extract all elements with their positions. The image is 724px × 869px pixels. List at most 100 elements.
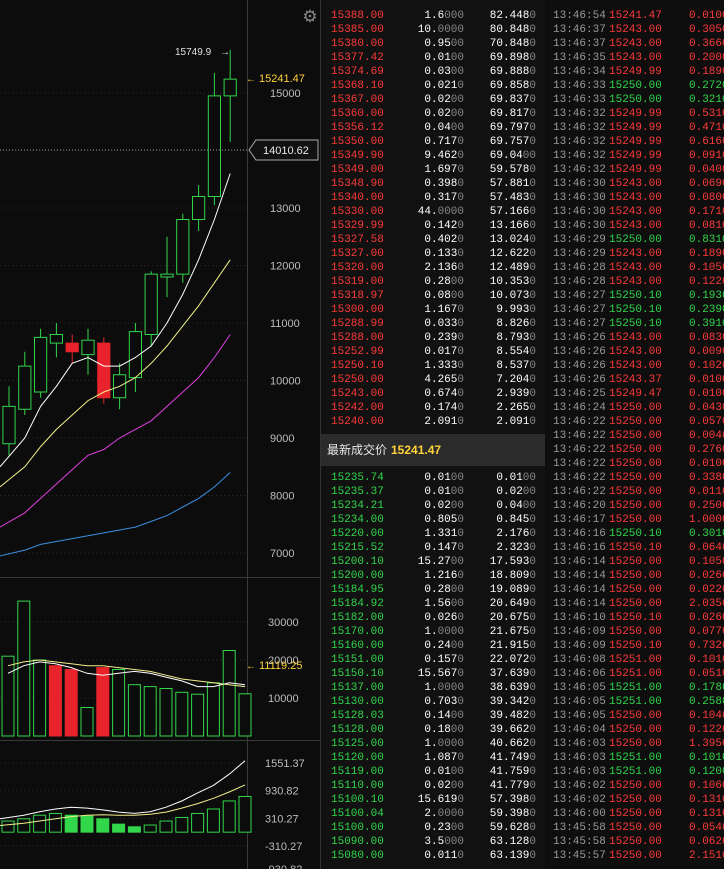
trade-row: 13:46:0315250.00 1.3950 bbox=[545, 737, 724, 751]
bid-amount: 0.2400 bbox=[424, 640, 464, 652]
volume-bar-up bbox=[159, 688, 173, 737]
bid-amount: 0.1570 bbox=[424, 654, 464, 666]
bid-row[interactable]: 15184.95 0.2800 19.0890 bbox=[321, 583, 545, 597]
trade-amount: 0.8310 bbox=[689, 234, 724, 246]
bid-row[interactable]: 15235.74 0.0100 0.0100 bbox=[321, 471, 545, 485]
bid-row[interactable]: 15090.00 3.5000 63.1280 bbox=[321, 835, 545, 849]
bid-row[interactable]: 15110.00 0.0200 41.7790 bbox=[321, 779, 545, 793]
trade-amount: 0.0910 bbox=[689, 150, 724, 162]
trade-price: 15249.99 bbox=[609, 108, 662, 120]
bid-price: 15182.00 bbox=[331, 612, 384, 624]
ask-row[interactable]: 15242.00 0.1740 2.2650 bbox=[321, 401, 545, 415]
ask-row[interactable]: 15329.99 0.1420 13.1660 bbox=[321, 219, 545, 233]
trade-row: 13:46:2215250.00 0.2760 bbox=[545, 443, 724, 457]
bid-row[interactable]: 15150.10 15.5670 37.6390 bbox=[321, 667, 545, 681]
ask-row[interactable]: 15385.00 10.0000 80.8480 bbox=[321, 23, 545, 37]
ask-row[interactable]: 15377.42 0.0100 69.8980 bbox=[321, 51, 545, 65]
trade-time: 13:45:58 bbox=[553, 822, 606, 834]
bid-row[interactable]: 15182.00 0.0260 20.6750 bbox=[321, 611, 545, 625]
bid-row[interactable]: 15215.52 0.1470 2.3230 bbox=[321, 541, 545, 555]
bid-row[interactable]: 15170.00 1.0000 21.6750 bbox=[321, 625, 545, 639]
ask-total: 13.1660 bbox=[489, 220, 536, 232]
bid-total: 57.3980 bbox=[489, 794, 536, 806]
ask-row[interactable]: 15350.00 0.7170 69.7570 bbox=[321, 135, 545, 149]
bid-row[interactable]: 15100.00 0.2300 59.6280 bbox=[321, 821, 545, 835]
bid-row[interactable]: 15119.00 0.0100 41.7590 bbox=[321, 765, 545, 779]
bid-row[interactable]: 15100.10 15.6190 57.3980 bbox=[321, 793, 545, 807]
ask-amount: 9.4620 bbox=[424, 150, 464, 162]
trade-amount: 0.0040 bbox=[689, 430, 724, 442]
trade-amount: 0.0690 bbox=[689, 178, 724, 190]
last-price-label: 15241.47 bbox=[259, 73, 305, 85]
ask-row[interactable]: 15300.00 1.1670 9.9930 bbox=[321, 303, 545, 317]
ask-row[interactable]: 15349.00 1.6970 59.5780 bbox=[321, 163, 545, 177]
ask-row[interactable]: 15349.90 9.4620 69.0400 bbox=[321, 149, 545, 163]
ask-row[interactable]: 15348.90 0.3980 57.8810 bbox=[321, 177, 545, 191]
bid-row[interactable]: 15184.92 1.5600 20.6490 bbox=[321, 597, 545, 611]
volume-bar-down bbox=[64, 669, 78, 737]
ask-row[interactable]: 15288.00 0.2390 8.7930 bbox=[321, 331, 545, 345]
ask-row[interactable]: 15252.99 0.0170 8.5540 bbox=[321, 345, 545, 359]
trade-price: 15250.00 bbox=[609, 444, 662, 456]
candle-up bbox=[176, 219, 190, 275]
trade-time: 13:46:26 bbox=[553, 360, 606, 372]
bid-row[interactable]: 15200.10 15.2700 17.5930 bbox=[321, 555, 545, 569]
bid-row[interactable]: 15137.00 1.0000 38.6390 bbox=[321, 681, 545, 695]
gear-icon[interactable]: ⚙ bbox=[301, 8, 319, 26]
ask-row[interactable]: 15367.00 0.0200 69.8370 bbox=[321, 93, 545, 107]
ask-row[interactable]: 15327.58 0.4020 13.0240 bbox=[321, 233, 545, 247]
bid-total: 20.6750 bbox=[489, 612, 536, 624]
trade-time: 13:46:37 bbox=[553, 38, 606, 50]
ask-row[interactable]: 15388.00 1.6000 82.4480 bbox=[321, 9, 545, 23]
ask-row[interactable]: 15380.00 0.9500 70.8480 bbox=[321, 37, 545, 51]
price-tick-label: 11000 bbox=[270, 318, 300, 330]
ask-total: 8.7930 bbox=[496, 332, 536, 344]
trade-row: 13:46:2915250.00 0.8310 bbox=[545, 233, 724, 247]
bid-row[interactable]: 15234.21 0.0200 0.0400 bbox=[321, 499, 545, 513]
trade-row: 13:46:3415249.99 0.1890 bbox=[545, 65, 724, 79]
volume-bar-down bbox=[96, 667, 110, 737]
ask-row[interactable]: 15374.69 0.0300 69.8880 bbox=[321, 65, 545, 79]
bid-price: 15130.00 bbox=[331, 696, 384, 708]
ask-row[interactable]: 15250.10 1.3330 8.5370 bbox=[321, 359, 545, 373]
bid-total: 63.1390 bbox=[489, 850, 536, 862]
trade-amount: 1.3950 bbox=[689, 738, 724, 750]
trade-amount: 0.7320 bbox=[689, 640, 724, 652]
ask-row[interactable]: 15288.99 0.0330 8.8260 bbox=[321, 317, 545, 331]
ask-row[interactable]: 15250.00 4.2650 7.2040 bbox=[321, 373, 545, 387]
trade-time: 13:46:30 bbox=[553, 206, 606, 218]
ask-price: 15243.00 bbox=[331, 388, 384, 400]
bid-row[interactable]: 15220.00 1.3310 2.1760 bbox=[321, 527, 545, 541]
ask-total: 57.4830 bbox=[489, 192, 536, 204]
ask-total: 2.0910 bbox=[496, 416, 536, 428]
ask-row[interactable]: 15330.00 44.0000 57.1660 bbox=[321, 205, 545, 219]
ask-row[interactable]: 15368.10 0.0210 69.8580 bbox=[321, 79, 545, 93]
bid-row[interactable]: 15100.04 2.0000 59.3980 bbox=[321, 807, 545, 821]
bid-row[interactable]: 15200.00 1.2160 18.8090 bbox=[321, 569, 545, 583]
trade-amount: 0.2390 bbox=[689, 304, 724, 316]
bid-row[interactable]: 15120.00 1.0870 41.7490 bbox=[321, 751, 545, 765]
bid-row[interactable]: 15160.00 0.2400 21.9150 bbox=[321, 639, 545, 653]
ask-row[interactable]: 15327.00 0.1330 12.6220 bbox=[321, 247, 545, 261]
trade-time: 13:46:35 bbox=[553, 52, 606, 64]
bid-row[interactable]: 15125.00 1.0000 40.6620 bbox=[321, 737, 545, 751]
ask-row[interactable]: 15240.00 2.0910 2.0910 bbox=[321, 415, 545, 429]
bid-row[interactable]: 15130.00 0.7030 39.3420 bbox=[321, 695, 545, 709]
ask-row[interactable]: 15340.00 0.3170 57.4830 bbox=[321, 191, 545, 205]
ask-row[interactable]: 15318.97 0.0800 10.0730 bbox=[321, 289, 545, 303]
volume-bar-up bbox=[238, 693, 252, 737]
ask-row[interactable]: 15319.00 0.2800 10.3530 bbox=[321, 275, 545, 289]
bid-row[interactable]: 15151.00 0.1570 22.0720 bbox=[321, 653, 545, 667]
ask-row[interactable]: 15243.00 0.6740 2.9390 bbox=[321, 387, 545, 401]
bid-row[interactable]: 15128.00 0.1800 39.6620 bbox=[321, 723, 545, 737]
kline-chart-canvas[interactable]: 1500014000130001200011000100009000800070… bbox=[0, 0, 320, 869]
ask-row[interactable]: 15360.00 0.0200 69.8170 bbox=[321, 107, 545, 121]
kline-chart[interactable]: 1500014000130001200011000100009000800070… bbox=[0, 0, 320, 869]
bid-row[interactable]: 15234.00 0.8050 0.8450 bbox=[321, 513, 545, 527]
bid-row[interactable]: 15080.00 0.0110 63.1390 bbox=[321, 849, 545, 863]
bid-row[interactable]: 15128.03 0.1400 39.4820 bbox=[321, 709, 545, 723]
ask-row[interactable]: 15320.00 2.1360 12.4890 bbox=[321, 261, 545, 275]
ask-row[interactable]: 15356.12 0.0400 69.7970 bbox=[321, 121, 545, 135]
bid-row[interactable]: 15235.37 0.0100 0.0200 bbox=[321, 485, 545, 499]
bid-amount: 0.0100 bbox=[424, 766, 464, 778]
